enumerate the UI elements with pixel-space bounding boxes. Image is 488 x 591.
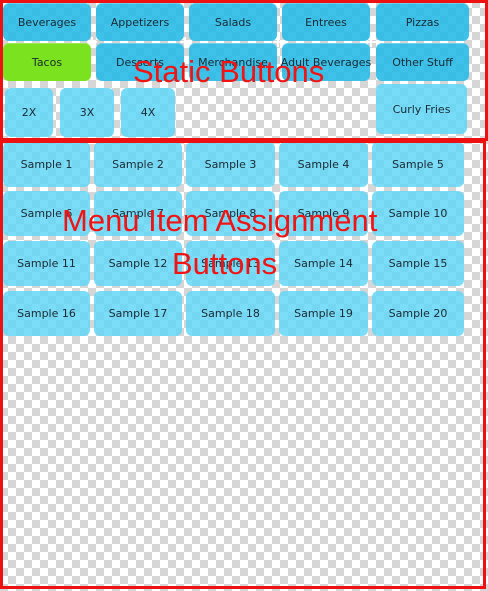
curly-fries-button[interactable]: Curly Fries bbox=[376, 84, 467, 134]
modifier-3x-button[interactable]: 3X bbox=[60, 88, 114, 137]
category-entrees-button[interactable]: Entrees bbox=[282, 3, 370, 41]
category-salads-button[interactable]: Salads bbox=[189, 3, 277, 41]
menu-item-button[interactable]: Sample 9 bbox=[279, 191, 368, 236]
menu-item-button[interactable]: Sample 5 bbox=[372, 142, 464, 187]
category-other-stuff-button[interactable]: Other Stuff bbox=[376, 43, 469, 81]
category-appetizers-button[interactable]: Appetizers bbox=[96, 3, 184, 41]
menu-item-button[interactable]: Sample 19 bbox=[279, 291, 368, 336]
menu-item-button[interactable]: Sample 1 bbox=[3, 142, 90, 187]
menu-item-button[interactable]: Sample 14 bbox=[279, 241, 368, 286]
menu-item-button[interactable]: Sample 17 bbox=[94, 291, 182, 336]
category-adult-beverages-button[interactable]: Adult Beverages bbox=[281, 43, 371, 81]
menu-item-button[interactable]: Sample 4 bbox=[279, 142, 368, 187]
category-pizzas-button[interactable]: Pizzas bbox=[376, 3, 469, 41]
menu-item-button[interactable]: Sample 11 bbox=[3, 241, 90, 286]
modifier-2x-button[interactable]: 2X bbox=[5, 88, 53, 137]
menu-item-button[interactable]: Sample 15 bbox=[372, 241, 464, 286]
menu-item-button[interactable]: Sample 10 bbox=[372, 191, 464, 236]
menu-item-button[interactable]: Sample 7 bbox=[94, 191, 182, 236]
menu-item-button[interactable]: Sample 3 bbox=[186, 142, 275, 187]
menu-item-button[interactable]: Sample 16 bbox=[3, 291, 90, 336]
menu-item-button[interactable]: Sample 2 bbox=[94, 142, 182, 187]
menu-item-button[interactable]: Sample 8 bbox=[186, 191, 275, 236]
category-merchandise-button[interactable]: Merchandise bbox=[189, 43, 277, 81]
category-tacos-button[interactable]: Tacos bbox=[3, 43, 91, 81]
category-desserts-button[interactable]: Desserts bbox=[96, 43, 184, 81]
menu-item-button[interactable]: Sample 20 bbox=[372, 291, 464, 336]
category-beverages-button[interactable]: Beverages bbox=[3, 3, 91, 41]
menu-item-button[interactable]: Sample 6 bbox=[3, 191, 90, 236]
modifier-4x-button[interactable]: 4X bbox=[121, 88, 175, 137]
menu-item-button[interactable]: Sample 12 bbox=[94, 241, 182, 286]
menu-item-button[interactable]: Sample 13 bbox=[186, 241, 275, 286]
menu-item-button[interactable]: Sample 18 bbox=[186, 291, 275, 336]
